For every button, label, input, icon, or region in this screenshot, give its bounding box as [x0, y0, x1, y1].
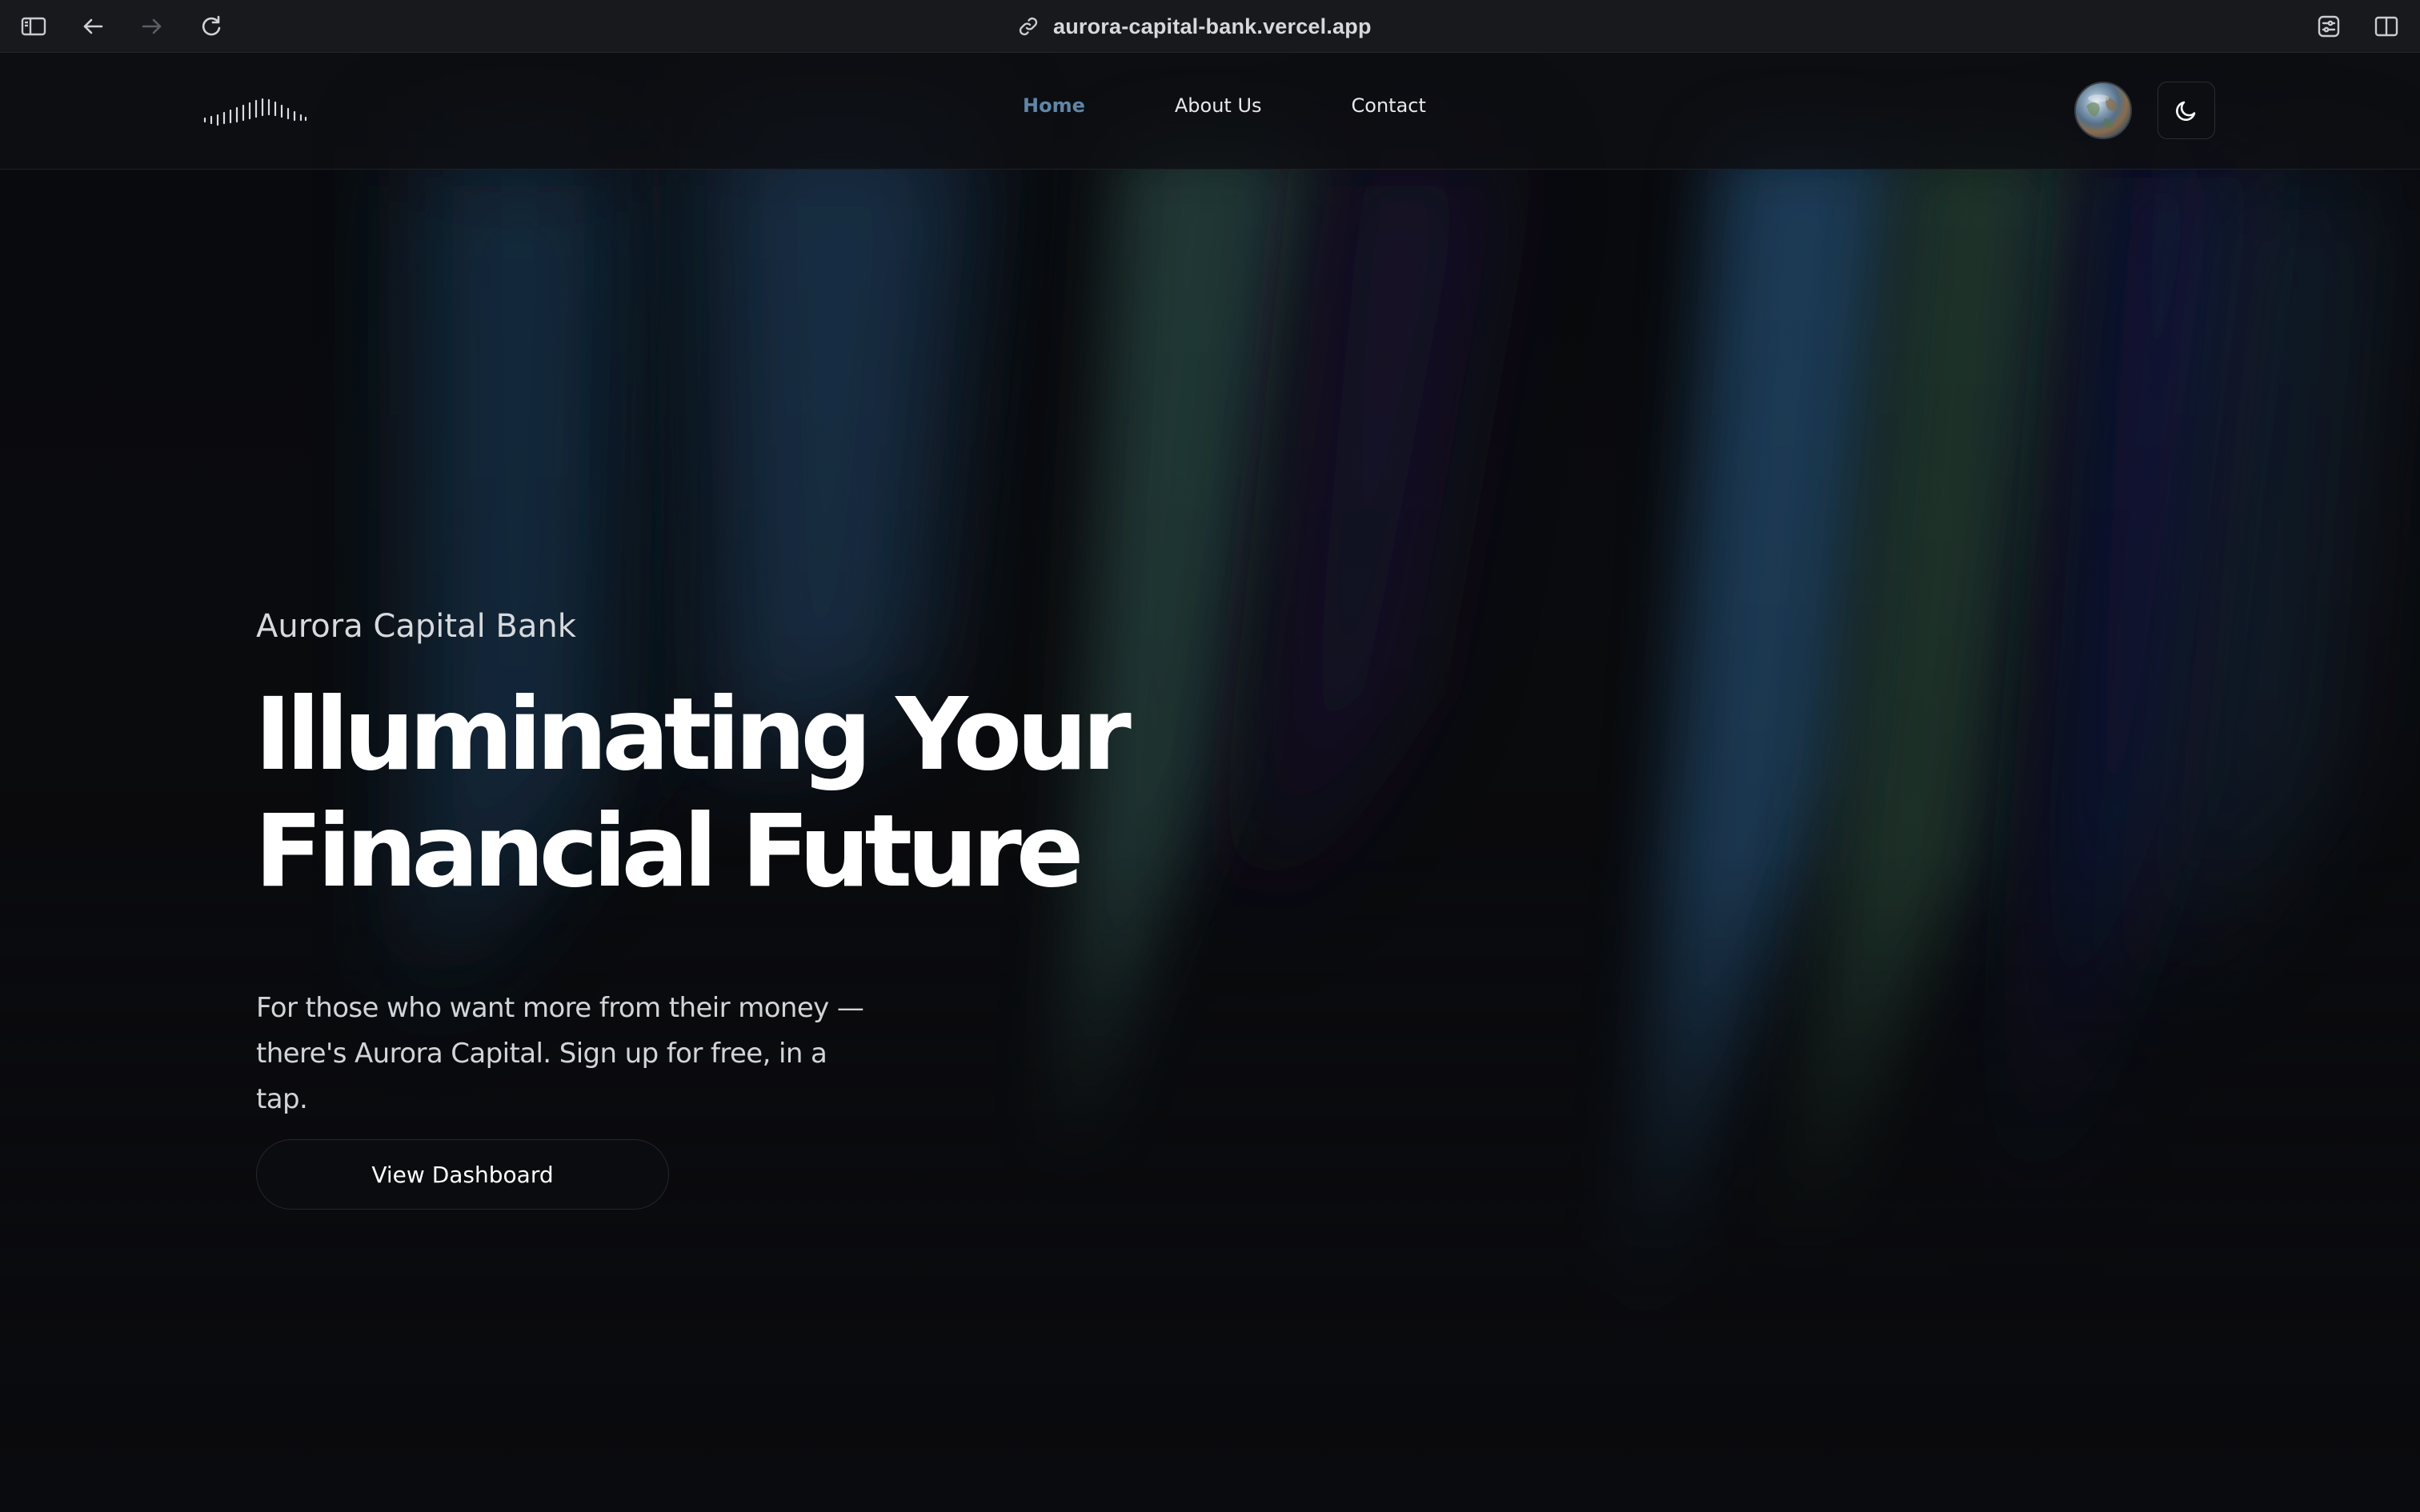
globe-avatar-icon[interactable] — [2074, 82, 2132, 139]
page: Home About Us Contact Aurora Capital Ban… — [0, 53, 2420, 1512]
view-dashboard-button[interactable]: View Dashboard — [256, 1139, 669, 1210]
site-header: Home About Us Contact — [0, 53, 2420, 170]
nav-contact-link[interactable]: Contact — [1352, 94, 1426, 117]
extension-icon[interactable] — [2313, 10, 2345, 42]
aurora-logo-icon[interactable] — [202, 88, 309, 136]
link-icon — [1019, 17, 1038, 36]
hero-title: Illuminating Your Financial Future — [254, 677, 1132, 910]
nav-home-link[interactable]: Home — [1023, 94, 1085, 117]
moon-icon — [2176, 101, 2196, 122]
reload-icon[interactable] — [195, 10, 227, 42]
sidebar-icon[interactable] — [18, 10, 50, 42]
split-view-icon[interactable] — [2370, 10, 2402, 42]
hero-subtitle-line-2: there's Aurora Capital. Sign up for free… — [256, 1038, 827, 1115]
hero-title-line-1: Illuminating Your — [254, 677, 1132, 793]
hero-kicker: Aurora Capital Bank — [256, 608, 576, 645]
hero-subtitle-line-1: For those who want more from their money… — [256, 992, 864, 1024]
nav-about-us-link[interactable]: About Us — [1175, 94, 1262, 117]
browser-toolbar: aurora-capital-bank.vercel.app — [0, 0, 2420, 53]
hero-title-line-2: Financial Future — [254, 794, 1084, 910]
back-arrow-icon[interactable] — [77, 10, 109, 42]
theme-toggle-button[interactable] — [2158, 82, 2215, 139]
main-nav: Home About Us Contact — [1023, 94, 1426, 117]
url-text: aurora-capital-bank.vercel.app — [1053, 14, 1372, 38]
hero-subtitle: For those who want more from their money… — [256, 986, 864, 1122]
forward-arrow-icon[interactable] — [136, 10, 168, 42]
address-bar[interactable]: aurora-capital-bank.vercel.app — [1016, 10, 1372, 43]
